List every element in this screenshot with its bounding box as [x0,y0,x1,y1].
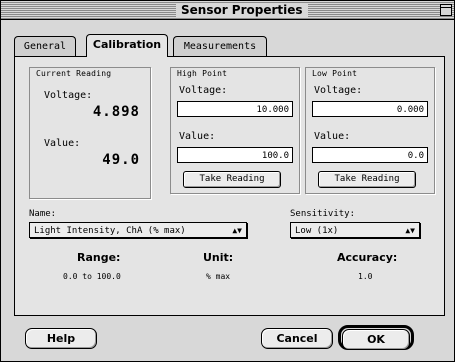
accuracy-value: 1.0 [358,272,373,281]
current-voltage-label: Voltage: [44,90,93,101]
high-value-input[interactable]: 100.0 [177,147,293,163]
current-reading-label: Current Reading [36,69,112,78]
range-value: 0.0 to 100.0 [63,272,121,281]
low-take-reading-button[interactable]: Take Reading [318,171,416,188]
tab-general[interactable]: General [14,36,76,57]
help-button[interactable]: Help [25,328,97,349]
low-value-input[interactable]: 0.0 [312,147,428,163]
calibration-panel: Current Reading Voltage: 4.898 Value: 49… [14,56,445,316]
low-voltage-input[interactable]: 0.000 [312,101,428,117]
sensitivity-selected: Low (1x) [295,226,339,236]
zoom-box-icon[interactable] [440,4,452,16]
range-label: Range: [77,251,121,264]
title-bar[interactable]: Sensor Properties [1,1,454,20]
updown-arrow-icon: ▲▼ [232,226,242,235]
high-take-reading-button[interactable]: Take Reading [183,171,281,188]
low-value-label: Value: [314,131,351,142]
window-title: Sensor Properties [176,3,308,17]
unit-value: % max [206,272,231,281]
current-reading-group: Current Reading Voltage: 4.898 Value: 49… [29,67,151,199]
low-point-group: Low Point Voltage: 0.000 Value: 0.0 Take… [305,67,435,194]
high-value-label: Value: [179,131,216,142]
sensitivity-popup[interactable]: Low (1x) ▲▼ [290,222,420,238]
high-voltage-input[interactable]: 10.000 [177,101,293,117]
sensitivity-label: Sensitivity: [290,209,356,219]
updown-arrow-icon: ▲▼ [405,226,415,235]
current-value-label: Value: [44,138,81,149]
name-selected: Light Intensity, ChA (% max) [34,226,186,236]
ok-button[interactable]: OK [342,329,410,350]
unit-label: Unit: [203,251,234,264]
high-voltage-label: Voltage: [179,85,228,96]
cancel-button[interactable]: Cancel [261,328,333,349]
tab-measurements[interactable]: Measurements [173,36,267,57]
current-value-value: 49.0 [102,152,140,168]
high-point-group: High Point Voltage: 10.000 Value: 100.0 … [170,67,300,194]
name-popup[interactable]: Light Intensity, ChA (% max) ▲▼ [29,222,247,238]
current-voltage-value: 4.898 [92,104,140,120]
accuracy-label: Accuracy: [337,251,398,264]
name-label: Name: [29,209,57,219]
tab-calibration[interactable]: Calibration [86,34,168,57]
sensor-properties-window: Sensor Properties General Calibration Me… [0,0,455,362]
low-voltage-label: Voltage: [314,85,363,96]
low-point-label: Low Point [312,69,358,78]
high-point-label: High Point [177,69,228,78]
